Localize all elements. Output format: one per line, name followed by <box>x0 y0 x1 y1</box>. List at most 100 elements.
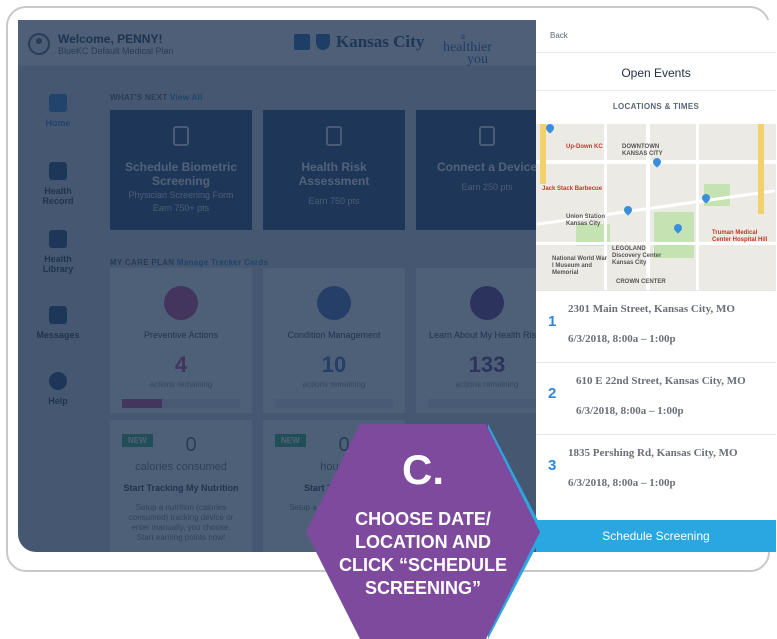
manage-trackers-link[interactable]: Manage Tracker Cards <box>177 258 268 267</box>
new-badge: NEW <box>275 434 306 447</box>
info-icon <box>49 372 67 390</box>
nav-label: Home <box>45 118 71 128</box>
map-label: Union Station Kansas City <box>566 214 605 227</box>
callout-line: CHOOSE DATE/ <box>355 509 491 529</box>
location-datetime: 6/3/2018, 8:00a – 1:00p <box>568 333 676 345</box>
card-value: 10 <box>321 352 347 377</box>
location-address: 610 E 22nd Street, Kansas City, MO <box>576 375 746 387</box>
section-title: MY CARE PLAN <box>110 258 175 267</box>
condition-card[interactable]: Condition Management 10 actions remainin… <box>263 268 405 413</box>
hra-card[interactable]: Health Risk Assessment Earn 750 pts <box>263 110 405 230</box>
nutrition-tracker-card[interactable]: NEW 0 calories consumed Start Tracking M… <box>110 420 252 552</box>
top-bar: Welcome, PENNY! BlueKC Default Medical P… <box>18 20 536 67</box>
bookmark-icon <box>470 286 504 320</box>
divider <box>536 52 776 53</box>
map-road <box>696 124 699 290</box>
document-icon <box>164 286 198 320</box>
care-plan-heading: MY CARE PLAN Manage Tracker Cards <box>110 258 268 267</box>
card-title: Schedule Biometric Screening <box>124 160 238 188</box>
map-label: LEGOLAND Discovery Center Kansas City <box>612 246 662 266</box>
callout-line: SCREENING” <box>364 578 481 598</box>
nav-health-library[interactable]: Health Library <box>18 230 98 274</box>
location-item-1[interactable]: 1 2301 Main Street, Kansas City, MO 6/3/… <box>536 290 776 362</box>
map-label: CROWN CENTER <box>616 279 666 285</box>
location-datetime: 6/3/2018, 8:00a – 1:00p <box>568 477 676 489</box>
tracker-label: calories consumed <box>135 461 227 473</box>
clipboard-icon <box>49 162 67 180</box>
nav-label: Help <box>48 396 68 406</box>
card-value: 4 <box>174 352 188 377</box>
card-points: Earn 750+ pts <box>152 203 210 213</box>
inbox-icon <box>49 306 67 324</box>
logo-word-you: you <box>467 52 488 67</box>
map-label: DOWNTOWN KANSAS CITY <box>622 144 663 157</box>
blue-shield-icon <box>316 34 330 50</box>
location-number: 3 <box>548 457 557 474</box>
schedule-screening-button[interactable]: Schedule Screening <box>536 520 776 552</box>
card-remaining: actions remaining <box>149 380 213 389</box>
card-points: Earn 750 pts <box>308 196 360 206</box>
brand-logo: Kansas City <box>294 32 424 52</box>
callout-caption: CHOOSE DATE/ LOCATION AND CLICK “SCHEDUL… <box>304 508 542 600</box>
nav-help[interactable]: Help <box>18 372 98 406</box>
map-pin-icon[interactable] <box>622 204 634 216</box>
callout-letter: C. <box>402 446 444 493</box>
heart-icon <box>317 286 351 320</box>
map-label: National World War I Museum and Memorial <box>552 256 608 276</box>
location-address: 2301 Main Street, Kansas City, MO <box>568 303 735 315</box>
map-highway <box>758 124 764 214</box>
plan-name: BlueKC Default Medical Plan <box>58 46 174 56</box>
map-label: Jack Stack Barbecue <box>542 186 603 192</box>
tracker-description: Setup a nutrition (calories consumed) tr… <box>128 503 234 542</box>
nav-label: Health Library <box>42 254 74 274</box>
nav-messages[interactable]: Messages <box>18 306 98 340</box>
avatar[interactable] <box>28 33 50 55</box>
events-panel: Back Open Events LOCATIONS & TIMES DOWNT… <box>536 20 776 552</box>
card-subtitle: Physician Screening Form <box>128 190 234 200</box>
book-icon <box>49 230 67 248</box>
map-pin-icon[interactable] <box>651 156 663 168</box>
location-item-2[interactable]: 2 610 E 22nd Street, Kansas City, MO 6/3… <box>536 362 776 434</box>
location-item-3[interactable]: 3 1835 Pershing Rd, Kansas City, MO 6/3/… <box>536 434 776 506</box>
card-title: Condition Management <box>287 330 381 340</box>
map-label: Up-Down KC <box>566 144 603 150</box>
callout-line: CLICK “SCHEDULE <box>338 555 507 575</box>
events-map[interactable]: DOWNTOWN KANSAS CITY CROWN CENTER Union … <box>536 124 776 290</box>
tracker-title: Start Tracking My Nutrition <box>123 483 239 493</box>
back-link[interactable]: Back <box>550 31 568 40</box>
biometric-card[interactable]: Schedule Biometric Screening Physician S… <box>110 110 252 230</box>
watch-icon <box>479 126 495 146</box>
progress-bar <box>122 399 240 408</box>
card-remaining: actions remaining <box>302 380 366 389</box>
view-all-link[interactable]: View All <box>170 93 203 102</box>
map-pin-icon[interactable] <box>544 124 556 134</box>
nav-health-record[interactable]: Health Record <box>18 162 98 206</box>
section-title: WHAT'S NEXT <box>110 93 168 102</box>
nav-label: Health Record <box>42 186 74 206</box>
location-number: 1 <box>548 313 557 330</box>
checklist-icon <box>326 126 342 146</box>
map-highway <box>540 124 546 184</box>
location-address: 1835 Pershing Rd, Kansas City, MO <box>568 447 738 459</box>
nav-home[interactable]: Home <box>18 94 98 128</box>
location-datetime: 6/3/2018, 8:00a – 1:00p <box>576 405 684 417</box>
blue-cross-icon <box>294 34 310 50</box>
progress-bar <box>275 399 393 408</box>
preventive-card[interactable]: Preventive Actions 4 actions remaining <box>110 268 252 413</box>
location-number: 2 <box>548 385 557 402</box>
nav-label: Messages <box>36 330 80 340</box>
whats-next-heading: WHAT'S NEXT View All <box>110 93 203 102</box>
brand-city: Kansas City <box>336 32 425 51</box>
callout-line: LOCATION AND <box>355 532 491 552</box>
healthier-you-logo: a healthier you <box>443 30 492 67</box>
new-badge: NEW <box>122 434 153 447</box>
welcome-text: Welcome, PENNY! <box>58 32 163 46</box>
locations-heading: LOCATIONS & TIMES <box>612 102 700 111</box>
card-title: Health Risk Assessment <box>298 160 370 188</box>
home-icon <box>49 94 67 112</box>
panel-title: Open Events <box>621 66 691 80</box>
map-label: Truman Medical Center Hospital Hill <box>712 230 768 243</box>
fingerprint-icon <box>173 126 189 146</box>
progress-fill <box>122 399 162 408</box>
divider <box>536 90 776 91</box>
